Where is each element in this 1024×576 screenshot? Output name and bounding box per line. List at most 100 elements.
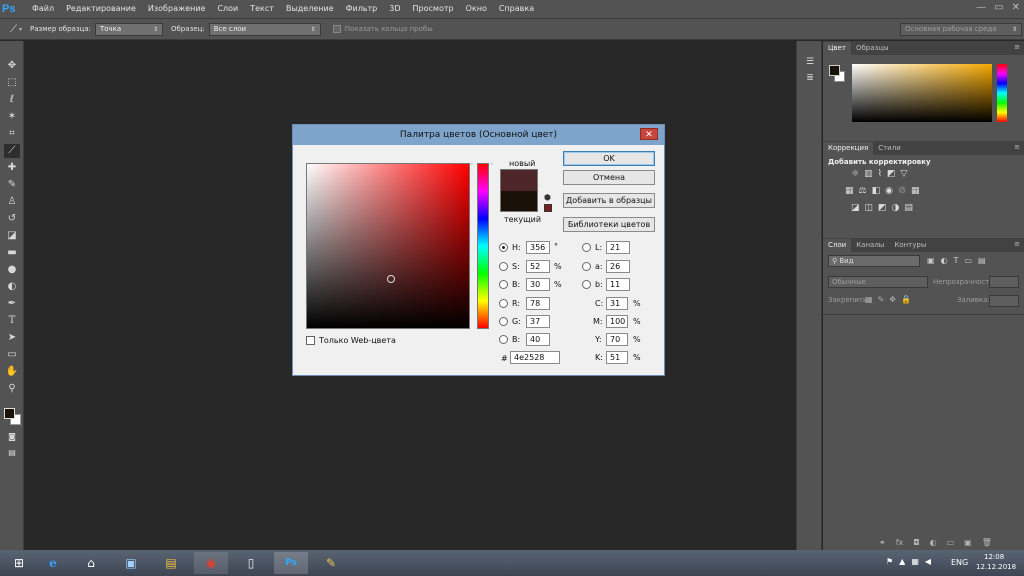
magic-wand-icon[interactable]: ✶	[4, 110, 20, 124]
tab-adjustments[interactable]: Коррекция	[823, 142, 874, 155]
yellow-input[interactable]: 70	[606, 333, 628, 346]
vibrance-icon[interactable]: ▽	[901, 169, 908, 179]
channel-mixer-icon[interactable]: ♲	[898, 186, 906, 196]
current-color-swatch[interactable]	[500, 191, 538, 212]
opacity-input[interactable]	[989, 276, 1019, 288]
color-balance-icon[interactable]: ⚖	[859, 186, 867, 196]
eyedropper-icon[interactable]: ⟋	[10, 24, 17, 35]
history-icon[interactable]: ☰	[803, 57, 817, 69]
menu-file[interactable]: Файл	[26, 0, 60, 18]
lock-pixels-icon[interactable]: ▦	[865, 295, 873, 304]
lightness-radio[interactable]	[582, 243, 591, 252]
red-radio[interactable]	[499, 299, 508, 308]
threshold-icon[interactable]: ◩	[878, 203, 887, 213]
ok-button[interactable]: OK	[563, 151, 655, 166]
menu-select[interactable]: Выделение	[280, 0, 340, 18]
gradient-map-icon[interactable]: ▤	[904, 203, 913, 213]
curves-icon[interactable]: ⌇	[878, 169, 882, 179]
tab-color[interactable]: Цвет	[823, 42, 851, 55]
show-ring-checkbox[interactable]	[332, 25, 341, 33]
add-to-swatches-button[interactable]: Добавить в образцы	[563, 193, 655, 208]
internet-explorer-icon[interactable]: e	[36, 552, 70, 574]
hand-tool-icon[interactable]: ✋	[4, 365, 20, 379]
move-tool-icon[interactable]: ✥	[4, 59, 20, 73]
panel-menu-icon[interactable]: ≡	[1014, 240, 1020, 248]
close-window-button[interactable]: ✕	[1012, 2, 1020, 13]
exposure-icon[interactable]: ◩	[887, 169, 896, 179]
posterize-icon[interactable]: ◫	[865, 203, 874, 213]
levels-icon[interactable]: ▥	[864, 169, 873, 179]
marquee-tool-icon[interactable]: ⬚	[4, 76, 20, 90]
rectangle-tool-icon[interactable]: ▭	[4, 348, 20, 362]
green-radio[interactable]	[499, 317, 508, 326]
brightness-radio[interactable]	[499, 280, 508, 289]
blue-input[interactable]: 40	[526, 333, 550, 346]
arrow-up-icon[interactable]: ▲	[899, 557, 905, 566]
healing-brush-icon[interactable]: ✚	[4, 161, 20, 175]
new-group-icon[interactable]: ▭	[947, 538, 955, 547]
minimize-button[interactable]: —	[976, 2, 986, 13]
workspace-select[interactable]: Основная рабочая среда ⇕	[900, 22, 1022, 36]
pixel-filter-icon[interactable]: ▣	[927, 256, 935, 265]
hue-radio[interactable]	[499, 243, 508, 252]
panel-menu-icon[interactable]: ≡	[1014, 143, 1020, 151]
windows-start-icon[interactable]: ⊞	[2, 552, 36, 574]
flag-icon[interactable]: ⚑	[886, 557, 893, 566]
lock-all-icon[interactable]: 🔒	[901, 295, 911, 304]
type-filter-icon[interactable]: T	[954, 256, 959, 265]
dialog-close-button[interactable]: ✕	[640, 128, 658, 140]
hex-input[interactable]: 4e2528	[510, 351, 560, 364]
add-mask-icon[interactable]: ◘	[913, 538, 919, 547]
tab-styles[interactable]: Стили	[873, 142, 906, 155]
invert-icon[interactable]: ◪	[851, 203, 860, 213]
panel-menu-icon[interactable]: ≡	[1014, 43, 1020, 51]
pen-tool-icon[interactable]: ✒	[4, 297, 20, 311]
black-input[interactable]: 51	[606, 351, 628, 364]
red-input[interactable]: 78	[526, 297, 550, 310]
hue-strip[interactable]	[997, 64, 1007, 122]
tab-channels[interactable]: Каналы	[851, 239, 889, 252]
type-tool-icon[interactable]: T	[4, 314, 20, 328]
crop-tool-icon[interactable]: ⌗	[4, 127, 20, 141]
shape-filter-icon[interactable]: ▭	[964, 256, 972, 265]
tab-paths[interactable]: Контуры	[889, 239, 931, 252]
eraser-tool-icon[interactable]: ◪	[4, 229, 20, 243]
stamp-tool-icon[interactable]: ♙	[4, 195, 20, 209]
hue-sat-icon[interactable]: ▦	[845, 186, 854, 196]
blend-mode-select[interactable]: Обычные	[828, 276, 928, 288]
network-icon[interactable]: ▦	[911, 557, 919, 566]
b-channel-input[interactable]: 11	[606, 278, 630, 291]
magenta-input[interactable]: 100	[606, 315, 628, 328]
a-channel-input[interactable]: 26	[606, 260, 630, 273]
photo-filter-icon[interactable]: ◉	[885, 186, 893, 196]
new-layer-icon[interactable]: ▣	[964, 538, 972, 547]
chrome-icon[interactable]: ◉	[194, 552, 228, 574]
quick-mask-icon[interactable]: ◙	[4, 430, 20, 444]
sample-size-select[interactable]: Точка ⇕	[94, 22, 163, 36]
hue-slider[interactable]	[477, 163, 489, 329]
fx-icon[interactable]: fx	[896, 538, 904, 547]
sample-select[interactable]: Все слои ⇕	[208, 22, 321, 36]
menu-3d[interactable]: 3D	[383, 0, 406, 18]
volume-icon[interactable]: ◀	[925, 557, 931, 566]
brightness-icon[interactable]: ☼	[851, 169, 859, 179]
eyedropper-tool-icon[interactable]: ⟋	[4, 144, 20, 158]
lock-move-icon[interactable]: ✥	[889, 295, 896, 304]
brush-tool-icon[interactable]: ✎	[4, 178, 20, 192]
web-safe-warning-icon[interactable]	[544, 204, 552, 212]
cancel-button[interactable]: Отмена	[563, 170, 655, 185]
saturation-brightness-field[interactable]	[306, 163, 470, 329]
foreground-color-swatch[interactable]	[4, 408, 15, 419]
delete-layer-icon[interactable]: 🗑	[982, 538, 992, 547]
hue-input[interactable]: 356	[526, 241, 550, 254]
menu-edit[interactable]: Редактирование	[60, 0, 142, 18]
menu-filter[interactable]: Фильтр	[340, 0, 384, 18]
fill-input[interactable]	[989, 295, 1019, 307]
document-icon[interactable]: ▯	[234, 552, 268, 574]
blur-tool-icon[interactable]: ●	[4, 263, 20, 277]
lock-paint-icon[interactable]: ✎	[878, 295, 885, 304]
hue-slider-right-handle-icon[interactable]: ◦	[490, 161, 494, 168]
properties-icon[interactable]: ≣	[803, 73, 817, 85]
color-libraries-button[interactable]: Библиотеки цветов	[563, 217, 655, 232]
link-layers-icon[interactable]: ⚭	[879, 538, 886, 547]
